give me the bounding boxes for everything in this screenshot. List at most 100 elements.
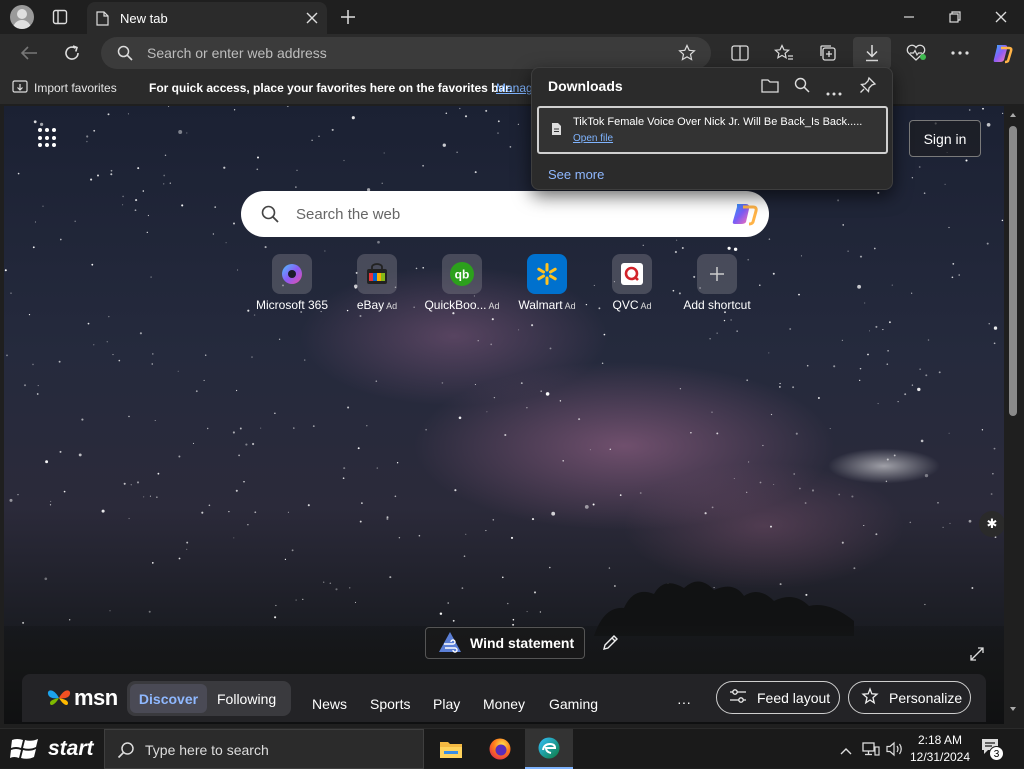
shortcut-label: Walmart	[518, 298, 563, 312]
split-screen-icon[interactable]	[727, 40, 753, 66]
search-icon	[261, 205, 279, 228]
taskbar-search-placeholder: Type here to search	[145, 742, 269, 758]
manage-favorites-link[interactable]: Manag	[496, 81, 533, 95]
import-favorites-icon	[12, 80, 28, 98]
more-options-icon[interactable]	[826, 83, 842, 101]
sign-in-button[interactable]: Sign in	[909, 120, 981, 157]
taskbar: start Type here to search 2:18 AM 12/31/…	[0, 728, 1024, 769]
msn-feed-bar: msn Discover Following News Sports Play …	[22, 674, 986, 722]
shortcut-label: eBay	[356, 298, 385, 312]
sparkle-star-icon	[861, 687, 879, 708]
profile-avatar[interactable]	[10, 5, 34, 29]
notification-center-button[interactable]: 3	[980, 737, 1008, 763]
pin-icon[interactable]	[859, 76, 877, 99]
file-icon	[551, 122, 562, 141]
favorite-star-icon[interactable]	[678, 44, 696, 67]
edge-icon	[538, 737, 560, 759]
browser-essentials-icon[interactable]	[903, 40, 929, 66]
taskbar-edge[interactable]	[525, 729, 573, 769]
copilot-icon[interactable]	[989, 40, 1015, 66]
personalize-button[interactable]: Personalize	[848, 681, 971, 714]
shortcut-qvc[interactable]: QVC Ad	[589, 254, 675, 312]
download-item[interactable]: TikTok Female Voice Over Nick Jr. Will B…	[537, 106, 888, 154]
firefox-icon	[489, 738, 511, 760]
back-arrow-icon[interactable]	[16, 40, 42, 66]
walmart-spark-icon	[527, 254, 567, 294]
shortcut-label: Add shortcut	[683, 298, 751, 312]
restore-button[interactable]	[932, 0, 978, 34]
sliders-icon	[729, 688, 747, 707]
plus-icon	[697, 254, 737, 294]
start-label: start	[48, 737, 94, 760]
downloads-icon[interactable]	[853, 37, 891, 69]
folder-icon	[440, 742, 462, 758]
tab-following[interactable]: Following	[217, 691, 276, 707]
feed-layout-button[interactable]: Feed layout	[716, 681, 840, 714]
add-shortcut-button[interactable]: Add shortcut	[674, 254, 760, 312]
favorites-list-icon[interactable]	[771, 40, 797, 66]
see-more-link[interactable]: See more	[548, 167, 604, 182]
workspaces-icon[interactable]	[52, 9, 68, 30]
msn-logo[interactable]: msn	[46, 683, 118, 713]
shortcut-microsoft-365[interactable]: Microsoft 365	[249, 254, 335, 312]
scroll-up-icon[interactable]	[1009, 112, 1017, 118]
nav-play[interactable]: Play	[433, 696, 460, 712]
background-effects-icon[interactable]: ✱	[979, 511, 1004, 537]
chevron-up-icon[interactable]	[840, 742, 852, 760]
expand-icon[interactable]	[969, 646, 989, 666]
open-file-link[interactable]: Open file	[573, 133, 613, 144]
weather-alert-button[interactable]: Wind statement	[425, 627, 585, 659]
nav-money[interactable]: Money	[483, 696, 525, 712]
start-button[interactable]: start	[0, 729, 104, 769]
ad-badge: Ad	[564, 301, 576, 311]
close-tab-icon[interactable]	[306, 11, 318, 29]
scroll-down-icon[interactable]	[1009, 706, 1017, 712]
nav-gaming[interactable]: Gaming	[549, 696, 598, 712]
address-bar[interactable]	[101, 37, 711, 69]
ad-badge: Ad	[488, 301, 500, 311]
system-clock[interactable]: 2:18 AM 12/31/2024	[905, 732, 975, 766]
feed-layout-label: Feed layout	[757, 689, 831, 706]
page-scrollbar[interactable]	[1006, 106, 1020, 724]
collections-icon[interactable]	[815, 40, 841, 66]
microsoft-365-icon	[272, 254, 312, 294]
close-window-button[interactable]	[978, 0, 1024, 34]
volume-icon[interactable]	[886, 741, 904, 762]
copilot-icon[interactable]	[729, 201, 759, 232]
nav-more-button[interactable]: ···	[677, 694, 691, 710]
feed-segment-control: Discover Following	[127, 681, 291, 716]
wind-warning-icon	[438, 631, 462, 656]
web-search-box[interactable]: Search the web	[241, 191, 769, 237]
shortcut-label: QuickBoo...	[424, 298, 487, 312]
nav-news[interactable]: News	[312, 696, 347, 712]
network-icon[interactable]	[862, 741, 880, 762]
taskbar-search-box[interactable]: Type here to search	[104, 729, 424, 769]
more-menu-icon[interactable]	[947, 40, 973, 66]
notification-count-badge: 3	[989, 746, 1004, 761]
downloads-flyout: Downloads TikTok Female Voice Over Nick …	[531, 67, 893, 190]
quickbooks-icon: qb	[442, 254, 482, 294]
clock-date: 12/31/2024	[909, 750, 971, 764]
title-bar: New tab	[0, 0, 1024, 34]
address-input[interactable]	[147, 44, 647, 62]
edit-pencil-icon[interactable]	[593, 627, 627, 659]
tab-discover[interactable]: Discover	[130, 684, 207, 713]
refresh-icon[interactable]	[59, 40, 85, 66]
taskbar-firefox[interactable]	[476, 729, 524, 769]
scrollbar-thumb[interactable]	[1009, 126, 1017, 416]
minimize-button[interactable]	[886, 0, 932, 34]
taskbar-file-explorer[interactable]	[427, 729, 475, 769]
import-favorites-button[interactable]: Import favorites	[34, 81, 117, 95]
open-folder-icon[interactable]	[761, 77, 779, 98]
new-tab-plus-icon[interactable]	[340, 9, 356, 30]
apps-launcher-icon[interactable]	[38, 128, 58, 148]
tab-new-tab[interactable]: New tab	[87, 2, 327, 34]
search-downloads-icon[interactable]	[794, 77, 810, 98]
shortcut-quickbooks[interactable]: qb QuickBoo... Ad	[419, 254, 505, 312]
shortcut-label: Microsoft 365	[255, 298, 329, 312]
shortcut-ebay[interactable]: eBay Ad	[334, 254, 420, 312]
shortcut-walmart[interactable]: Walmart Ad	[504, 254, 590, 312]
downloads-title: Downloads	[548, 78, 623, 94]
nav-sports[interactable]: Sports	[370, 696, 410, 712]
ad-badge: Ad	[640, 301, 652, 311]
